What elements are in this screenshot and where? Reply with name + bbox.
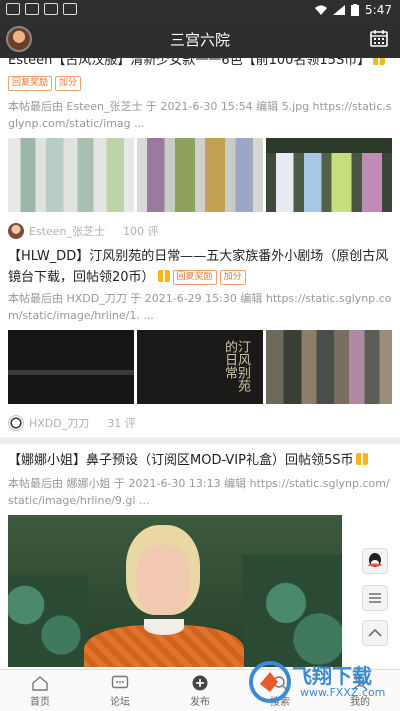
menu-button[interactable] [362,585,388,611]
watermark-logo-icon [249,661,291,703]
post-excerpt: 本帖最后由 Esteen_张芝士 于 2021-6-30 15:54 编辑 5.… [8,100,392,130]
post-excerpt: 本帖最后由 HXDD_刀刀 于 2021-6-29 15:30 编辑 https… [8,292,392,322]
qq-icon [368,553,382,567]
qq-share-button[interactable] [362,548,388,574]
wifi-icon [315,5,328,15]
clock: 5:47 [365,3,392,17]
author-avatar[interactable] [8,223,24,239]
watermark-url: www.FXXZ.com [300,686,386,699]
bonus-tag: 加分 [55,76,82,91]
notification-icon [44,3,58,15]
post-meta: HXDD_刀刀 31 评 [0,410,400,436]
menu-icon [369,593,381,603]
home-icon [32,676,48,691]
tab-label: 论坛 [110,697,130,708]
reward-tag: 回复奖励 [172,270,217,285]
status-bar: 5:47 [0,0,400,20]
tab-home[interactable]: 首页 [0,670,80,711]
reply-count: 31 评 [107,417,136,430]
gift-icon [356,453,369,465]
notification-icon [6,3,20,15]
gift-icon [157,270,170,282]
post-thumbnail[interactable] [8,330,134,404]
reward-tag: 回复奖励 [8,76,53,91]
notification-icon [25,3,39,15]
watermark: 飞翔下载 www.FXXZ.com [248,658,396,706]
post-card[interactable]: 【娜娜小姐】鼻子预设（订阅区MOD-VIP礼盒）回帖领5S币 本帖最后由 娜娜小… [0,444,400,669]
bonus-tag: 加分 [219,270,246,285]
tab-label: 发布 [190,697,210,708]
back-to-top-button[interactable] [362,620,388,646]
post-thumbnail[interactable] [266,330,392,404]
post-title[interactable]: 【娜娜小姐】鼻子预设（订阅区MOD-VIP礼盒）回帖领5S币 [0,444,400,471]
post-thumbnail[interactable] [137,138,263,212]
page-title: 三宫六院 [169,31,230,49]
calendar-icon[interactable] [370,29,388,47]
post-title[interactable]: Esteen【古风汉服】清新少女款一一6色【前100名领15S币】 [0,58,400,71]
chevron-up-icon [368,628,382,637]
plus-circle-icon [192,675,208,691]
post-image[interactable] [8,515,342,667]
reply-count: 100 评 [123,225,159,238]
thumbnail-caption: 汀风别苑的日常 [222,340,250,392]
signal-icon [333,5,346,15]
notification-icons [6,3,77,15]
post-thumbnail[interactable] [8,138,134,212]
post-excerpt: 本帖最后由 娜娜小姐 于 2021-6-30 13:13 编辑 https://… [8,477,390,507]
tab-label: 首页 [30,697,50,708]
tab-publish[interactable]: 发布 [160,670,240,711]
author-name[interactable]: Esteen_张芝士 [29,223,105,239]
author-name[interactable]: HXDD_刀刀 [29,415,89,431]
notification-icon [63,3,77,15]
battery-icon [351,4,360,16]
post-feed[interactable]: Esteen【古风汉服】清新少女款一一6色【前100名领15S币】 回复奖励 加分… [0,58,400,669]
post-card[interactable]: 【HLW_DD】汀风别苑的日常——五大家族番外小剧场（原创古风镜台下载，回帖领2… [0,240,400,437]
post-title[interactable]: 【HLW_DD】汀风别苑的日常——五大家族番外小剧场（原创古风镜台下载，回帖领2… [0,240,400,288]
chat-icon [111,675,129,689]
tab-forum[interactable]: 论坛 [80,670,160,711]
gift-icon [373,58,386,65]
post-thumbnail[interactable]: 汀风别苑的日常 [137,330,263,404]
app-header: 三宫六院 [0,20,400,58]
watermark-text: 飞翔下载 [292,664,372,688]
author-avatar[interactable] [8,415,24,431]
post-thumbnail[interactable] [266,138,392,212]
